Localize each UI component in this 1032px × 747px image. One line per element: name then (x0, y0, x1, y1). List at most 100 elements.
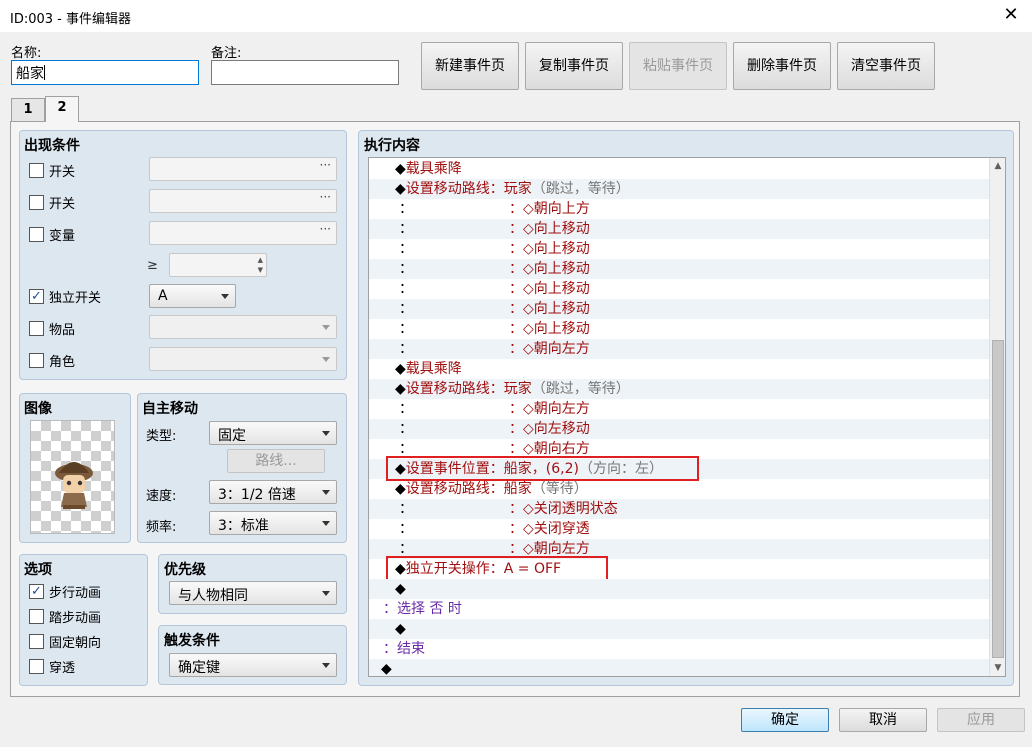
command-row[interactable]: ： ：◇朝向左方 (369, 339, 989, 359)
command-row[interactable]: ◆ (369, 659, 989, 676)
command-row[interactable]: ： ：◇关闭透明状态 (369, 499, 989, 519)
command-row[interactable]: ◆设置移动路线：玩家（跳过，等待） (369, 379, 989, 399)
conditions-title: 出现条件 (24, 138, 80, 154)
command-part: ： (399, 501, 413, 517)
variable-value-spinner[interactable]: ▲ ▼ (169, 253, 267, 277)
command-part: ： (399, 261, 413, 277)
command-part: 设置移动路线：船家 (405, 481, 532, 497)
command-row[interactable]: ◆设置移动路线：玩家（跳过，等待） (369, 179, 989, 199)
self-switch-select[interactable]: A (149, 284, 236, 308)
command-part: ： (399, 221, 413, 237)
move-speed-select[interactable]: 3：1/2 倍速 (209, 480, 337, 504)
command-text: ： (399, 199, 413, 219)
item-select[interactable] (149, 315, 337, 339)
tab-page-2[interactable]: 2 (45, 96, 79, 122)
apply-button[interactable]: 应用 (937, 708, 1025, 732)
command-row[interactable]: ： ：◇向上移动 (369, 219, 989, 239)
move-route-button[interactable]: 路线... (227, 449, 325, 473)
command-part: ：选择 否 时 (383, 601, 462, 617)
command-row[interactable]: ： ：◇向上移动 (369, 239, 989, 259)
switch1-checkbox[interactable] (29, 163, 44, 178)
move-frequency-select[interactable]: 3：标准 (209, 511, 337, 535)
close-button[interactable]: ✕ (996, 4, 1026, 28)
through-label: 穿透 (49, 661, 76, 676)
switch1-field[interactable]: ··· (149, 157, 337, 181)
direction-fix-checkbox[interactable] (29, 634, 44, 649)
command-row[interactable]: ： ：◇向左移动 (369, 419, 989, 439)
command-text: ◆载具乘降 (395, 159, 462, 179)
command-part: ◆ (395, 621, 406, 637)
command-list[interactable]: ◆载具乘降 ◆设置移动路线：玩家（跳过，等待）：：◇朝向上方：：◇向上移动：：◇向… (368, 157, 1006, 677)
scrollbar-thumb[interactable] (992, 340, 1004, 658)
item-checkbox[interactable] (29, 321, 44, 336)
priority-select[interactable]: 与人物相同 (169, 581, 337, 605)
clear-page-button[interactable]: 清空事件页 (837, 42, 935, 90)
chevron-down-icon (322, 431, 330, 436)
direction-fix-label: 固定朝向 (49, 636, 102, 651)
browse-icon: ··· (319, 158, 331, 172)
ok-button[interactable]: 确定 (741, 708, 829, 732)
move-type-select[interactable]: 固定 (209, 421, 337, 445)
browse-icon: ··· (319, 190, 331, 204)
command-row[interactable]: ◆载具乘降 (369, 359, 989, 379)
paste-page-button[interactable]: 粘贴事件页 (629, 42, 727, 90)
variable-field[interactable]: ··· (149, 221, 337, 245)
command-part: 载具乘降 (405, 361, 462, 377)
command-list-scrollbar[interactable]: ▲ ▼ (989, 158, 1005, 676)
command-row[interactable]: ◆ (369, 579, 989, 599)
cancel-button[interactable]: 取消 (839, 708, 927, 732)
spin-down-icon[interactable]: ▼ (258, 266, 263, 274)
command-row[interactable]: ： ：◇向上移动 (369, 299, 989, 319)
command-row[interactable]: ： ：◇向上移动 (369, 279, 989, 299)
command-text: ◆载具乘降 (395, 359, 462, 379)
command-text: ：选择 否 时 (383, 599, 462, 619)
command-part: ： (399, 321, 413, 337)
trigger-select[interactable]: 确定键 (169, 653, 337, 677)
stepping-anim-label: 踏步动画 (49, 611, 102, 626)
contents-title: 执行内容 (364, 138, 420, 154)
self-switch-value: A (158, 288, 168, 304)
command-row[interactable]: ： ：◇向上移动 (369, 319, 989, 339)
switch2-checkbox[interactable] (29, 195, 44, 210)
check-icon: ✓ (31, 584, 42, 599)
actor-select[interactable] (149, 347, 337, 371)
command-part: ： (399, 281, 413, 297)
delete-page-button[interactable]: 删除事件页 (733, 42, 831, 90)
move-route-step: ：◇关闭穿透 (509, 521, 590, 537)
through-checkbox[interactable] (29, 659, 44, 674)
scroll-down-icon[interactable]: ▼ (990, 660, 1006, 676)
character-image-preview[interactable] (30, 420, 115, 534)
command-part: ◆ (395, 381, 406, 397)
trigger-title: 触发条件 (164, 633, 220, 649)
scroll-up-icon[interactable]: ▲ (990, 158, 1006, 174)
switch1-label: 开关 (49, 165, 76, 180)
text-cursor (44, 65, 45, 80)
command-row[interactable]: ◆设置移动路线：船家（等待） (369, 479, 989, 499)
chevron-down-icon (221, 294, 229, 299)
command-row[interactable]: ： ：◇朝向上方 (369, 199, 989, 219)
name-input[interactable]: 船家 (11, 60, 199, 85)
stepping-anim-checkbox[interactable] (29, 609, 44, 624)
command-row[interactable]: ◆载具乘降 (369, 159, 989, 179)
tab-page-1[interactable]: 1 (11, 98, 45, 122)
spin-up-icon[interactable]: ▲ (258, 256, 263, 264)
command-row[interactable]: ：结束 (369, 639, 989, 659)
command-row[interactable]: ：选择 否 时 (369, 599, 989, 619)
command-row[interactable]: ： ：◇关闭穿透 (369, 519, 989, 539)
variable-checkbox[interactable] (29, 227, 44, 242)
command-row[interactable]: ： ：◇朝向左方 (369, 399, 989, 419)
command-row[interactable]: ◆ (369, 619, 989, 639)
options-title: 选项 (24, 562, 52, 578)
chevron-down-icon (322, 357, 330, 362)
switch2-field[interactable]: ··· (149, 189, 337, 213)
self-switch-checkbox[interactable]: ✓ (29, 289, 44, 304)
command-text: ： (399, 239, 413, 259)
copy-page-button[interactable]: 复制事件页 (525, 42, 623, 90)
new-page-button[interactable]: 新建事件页 (421, 42, 519, 90)
command-row[interactable]: ： ：◇向上移动 (369, 259, 989, 279)
note-input[interactable] (211, 60, 399, 85)
walking-anim-label: 步行动画 (49, 586, 102, 601)
command-part: ： (399, 201, 413, 217)
walking-anim-checkbox[interactable]: ✓ (29, 584, 44, 599)
actor-checkbox[interactable] (29, 353, 44, 368)
